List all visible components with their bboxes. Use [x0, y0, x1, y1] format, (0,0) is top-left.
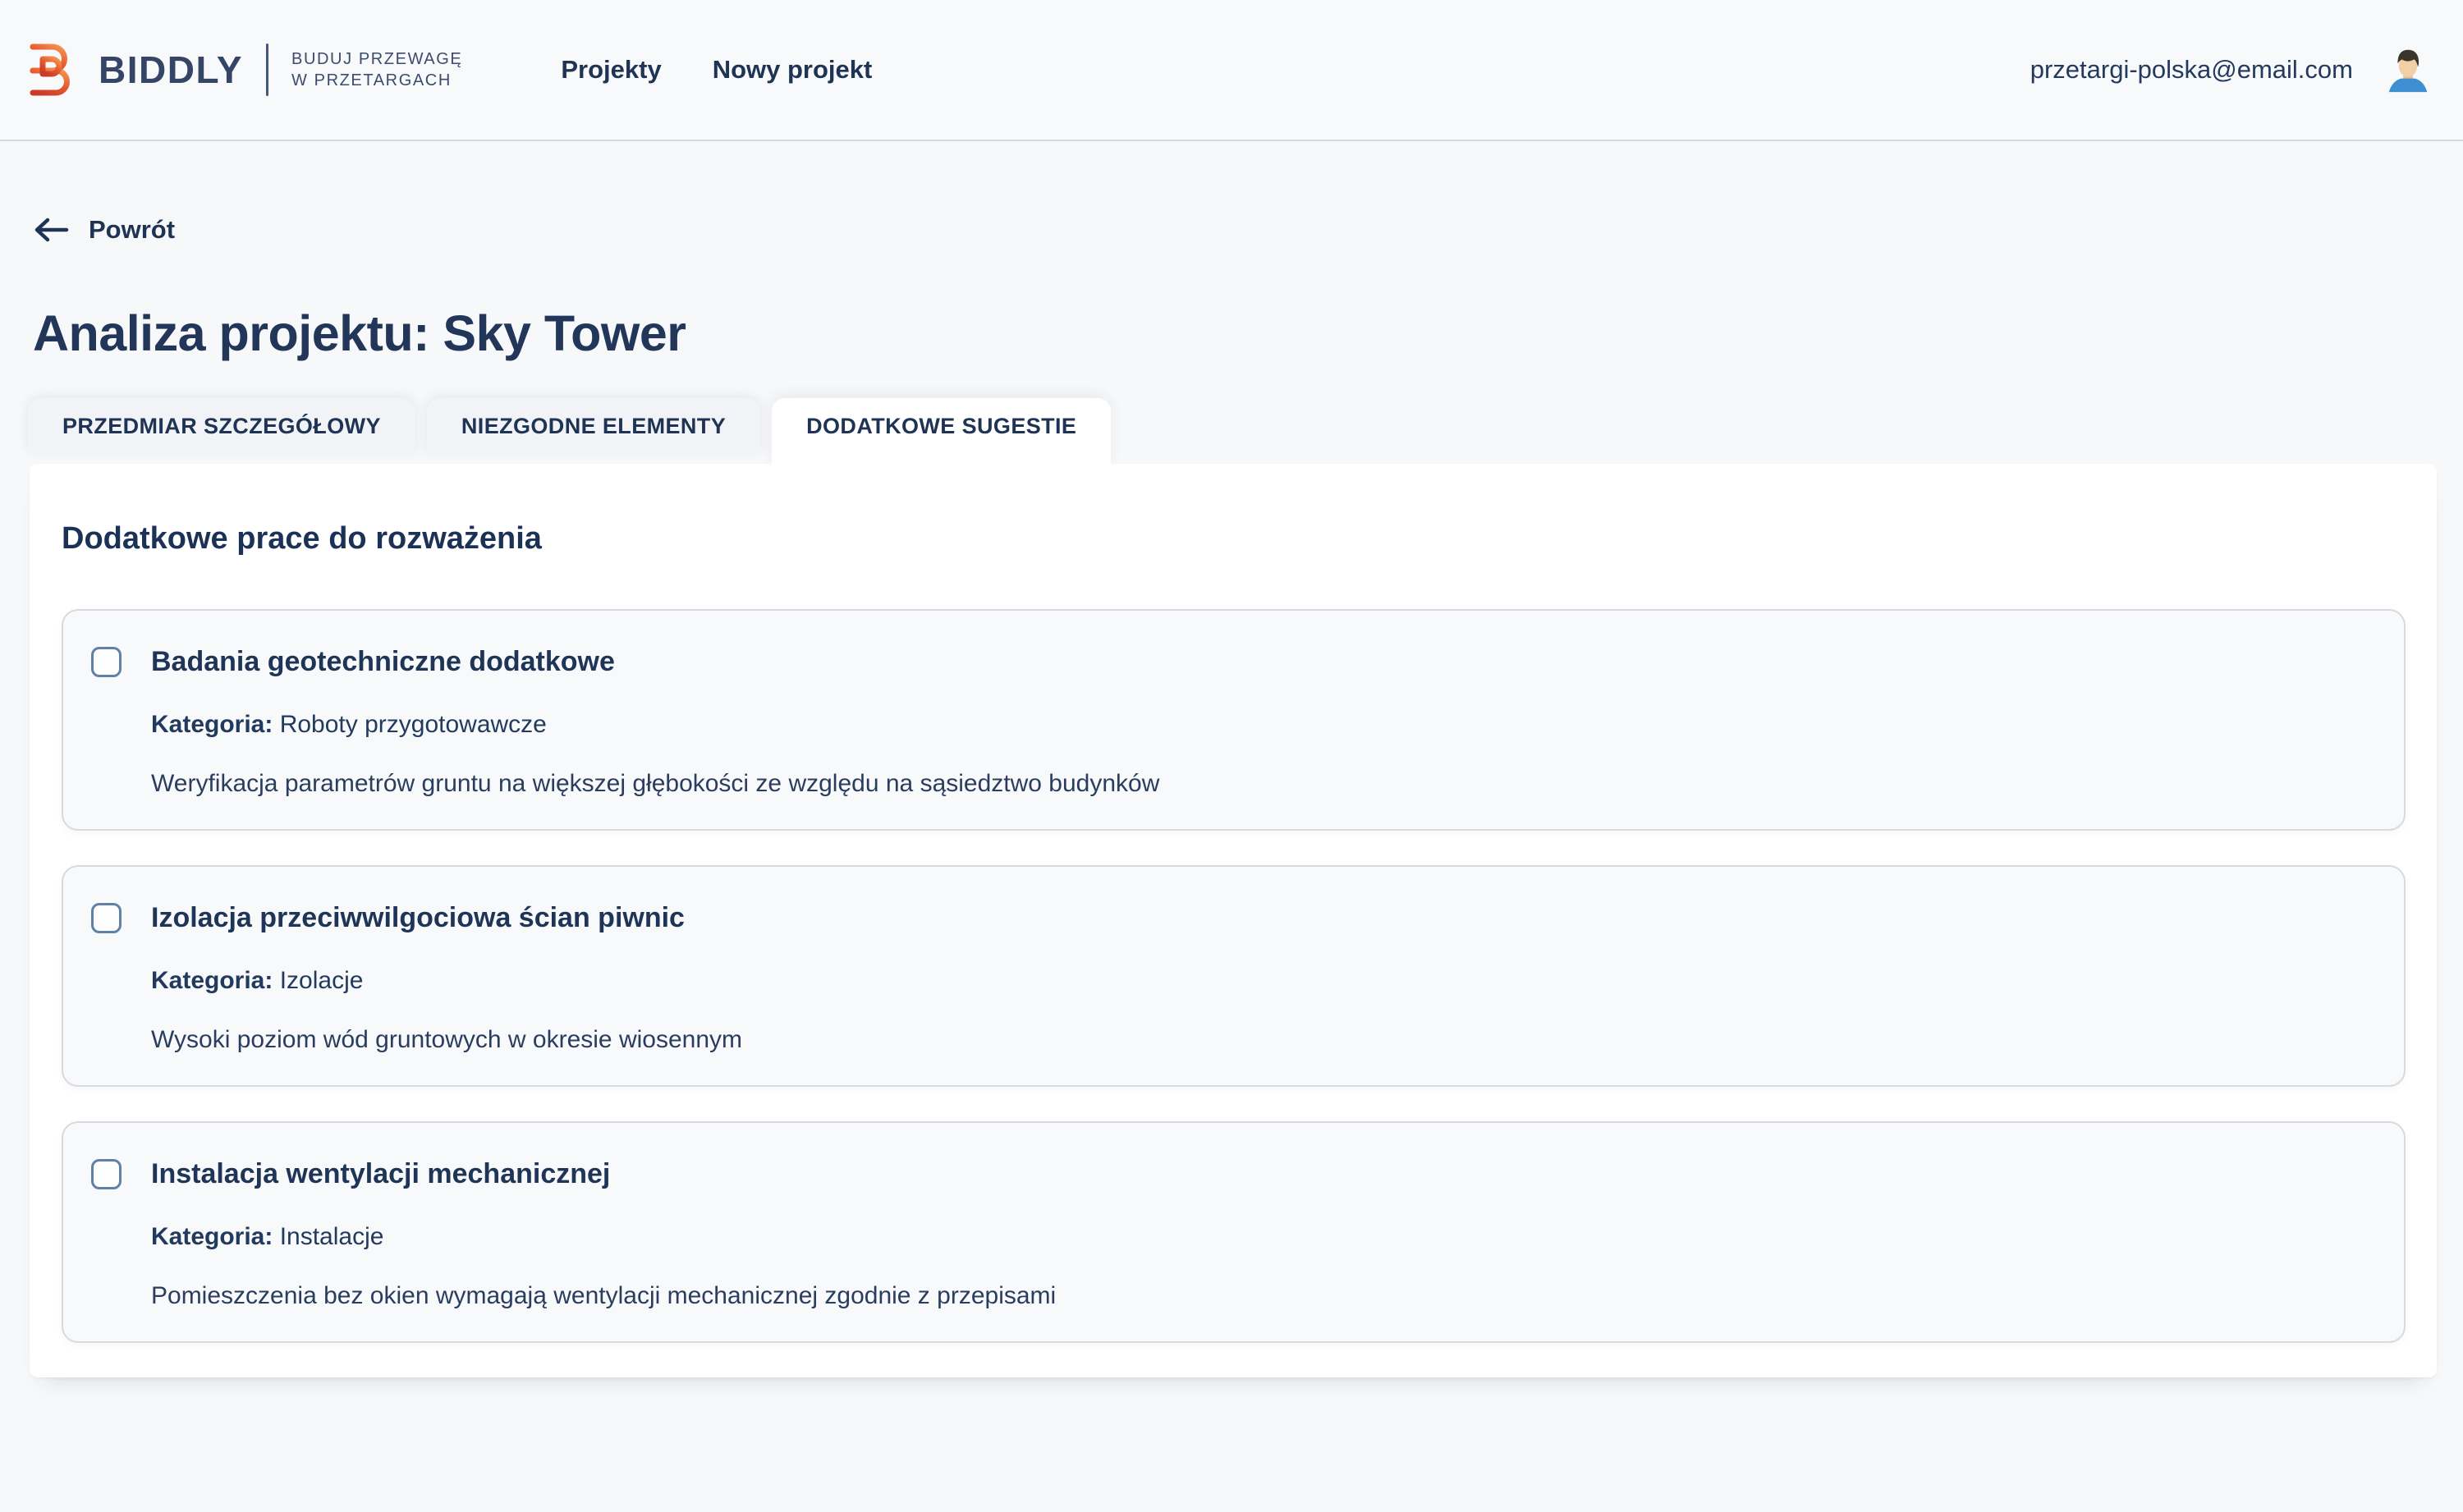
user-email: przetargi-polska@email.com	[2030, 55, 2353, 85]
suggestion-category-line: Kategoria: Roboty przygotowawcze	[151, 709, 2358, 740]
category-value: Instalacje	[280, 1223, 384, 1250]
suggestion-checkbox[interactable]	[91, 903, 122, 933]
category-value: Roboty przygotowawcze	[280, 711, 547, 738]
user-avatar-icon[interactable]	[2383, 44, 2433, 95]
suggestions-list: Badania geotechniczne dodatkowe Kategoria…	[62, 609, 2406, 1343]
main-content: Powrót Analiza projektu: Sky Tower PRZED…	[0, 141, 2463, 1377]
suggestion-category-line: Kategoria: Instalacje	[151, 1221, 2358, 1253]
tagline-line1: BUDUJ PRZEWAGĘ	[291, 48, 462, 70]
brand-name: BIDDLY	[99, 48, 243, 92]
suggestion-card: Badania geotechniczne dodatkowe Kategoria…	[62, 609, 2406, 831]
main-nav: Projekty Nowy projekt	[561, 55, 872, 85]
tab-przedmiar-szczegółowy[interactable]: PRZEDMIAR SZCZEGÓŁOWY	[28, 398, 415, 452]
avatar-shirt	[2389, 79, 2428, 92]
suggestion-description: Pomieszczenia bez okien wymagają wentyla…	[151, 1281, 2358, 1312]
suggestion-description: Weryfikacja parametrów gruntu na większe…	[151, 768, 2358, 800]
tab-bar: PRZEDMIAR SZCZEGÓŁOWYNIEZGODNE ELEMENTYD…	[28, 398, 2430, 464]
user-area: przetargi-polska@email.com	[2030, 44, 2433, 95]
tab-niezgodne-elementy[interactable]: NIEZGODNE ELEMENTY	[427, 398, 760, 452]
arrow-left-icon	[33, 217, 69, 243]
nav-link-nowy-projekt[interactable]: Nowy projekt	[713, 55, 873, 85]
page-title: Analiza projektu: Sky Tower	[33, 305, 2430, 362]
suggestion-header: Izolacja przeciwwilgociowa ścian piwnic	[91, 900, 2358, 936]
biddly-logo[interactable]: BIDDLY BUDUJ PRZEWAGĘ W PRZETARGACH	[25, 41, 462, 99]
suggestion-header: Badania geotechniczne dodatkowe	[91, 644, 2358, 680]
suggestion-title: Badania geotechniczne dodatkowe	[151, 644, 615, 680]
tab-dodatkowe-sugestie[interactable]: DODATKOWE SUGESTIE	[772, 398, 1111, 464]
back-label: Powrót	[89, 215, 175, 245]
suggestion-title: Instalacja wentylacji mechanicznej	[151, 1156, 610, 1192]
suggestion-title: Izolacja przeciwwilgociowa ścian piwnic	[151, 900, 685, 936]
nav-link-projekty[interactable]: Projekty	[561, 55, 661, 85]
biddly-logo-icon	[25, 41, 79, 99]
suggestion-category-line: Kategoria: Izolacje	[151, 965, 2358, 997]
brand-tagline: BUDUJ PRZEWAGĘ W PRZETARGACH	[291, 48, 462, 91]
suggestions-panel: Dodatkowe prace do rozważenia Badania ge…	[30, 464, 2437, 1377]
suggestion-checkbox[interactable]	[91, 1159, 122, 1189]
tagline-line2: W PRZETARGACH	[291, 70, 462, 91]
app-header: BIDDLY BUDUJ PRZEWAGĘ W PRZETARGACH Proj…	[0, 0, 2463, 141]
suggestion-description: Wysoki poziom wód gruntowych w okresie w…	[151, 1024, 2358, 1056]
suggestion-card: Instalacja wentylacji mechanicznej Katego…	[62, 1121, 2406, 1343]
logo-divider	[266, 44, 268, 96]
suggestion-header: Instalacja wentylacji mechanicznej	[91, 1156, 2358, 1192]
category-label: Kategoria:	[151, 1223, 273, 1250]
panel-heading: Dodatkowe prace do rozważenia	[62, 521, 2406, 557]
category-label: Kategoria:	[151, 967, 273, 994]
category-value: Izolacje	[280, 967, 364, 994]
suggestion-checkbox[interactable]	[91, 647, 122, 677]
suggestion-card: Izolacja przeciwwilgociowa ścian piwnic K…	[62, 865, 2406, 1087]
back-link[interactable]: Powrót	[33, 215, 175, 245]
category-label: Kategoria:	[151, 711, 273, 738]
